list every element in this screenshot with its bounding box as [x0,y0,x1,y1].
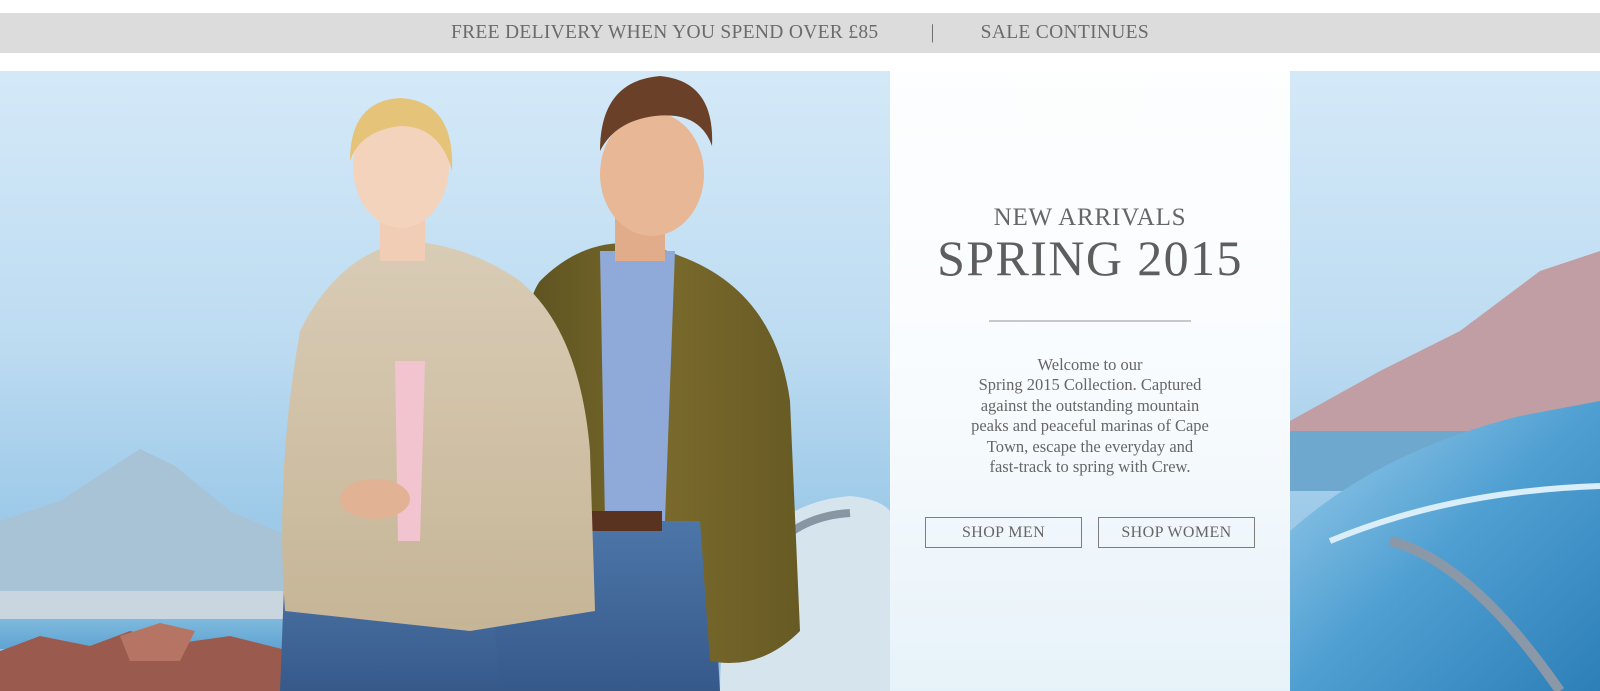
page: FREE DELIVERY WHEN YOU SPEND OVER £85 | … [0,0,1600,691]
promo-separator: | [930,22,935,43]
hero-banner[interactable] [0,71,1600,691]
intro-line: peaks and peaceful marinas of Cape [971,416,1209,436]
collection-intro-text: Welcome to our Spring 2015 Collection. C… [950,355,1230,477]
shop-women-button[interactable]: SHOP WOMEN [1098,517,1255,548]
divider-rule [989,320,1191,322]
new-arrivals-label: NEW ARRIVALS [993,204,1187,231]
collection-headline: SPRING 2015 [937,230,1243,286]
promo-bar: FREE DELIVERY WHEN YOU SPEND OVER £85 | … [0,13,1600,53]
collection-info-panel: NEW ARRIVALS SPRING 2015 Welcome to our … [890,71,1290,691]
hero-image[interactable] [0,71,1600,691]
intro-line: Welcome to our [1037,355,1143,374]
sale-continues-link[interactable]: SALE CONTINUES [981,22,1149,44]
shop-men-button[interactable]: SHOP MEN [925,517,1082,548]
intro-line: Town, escape the everyday and [986,436,1194,456]
intro-line: fast-track to spring with Crew. [989,457,1191,477]
intro-line: against the outstanding mountain [980,395,1200,415]
free-delivery-link[interactable]: FREE DELIVERY WHEN YOU SPEND OVER £85 [451,22,878,44]
intro-line: Spring 2015 Collection. Captured [978,375,1202,395]
